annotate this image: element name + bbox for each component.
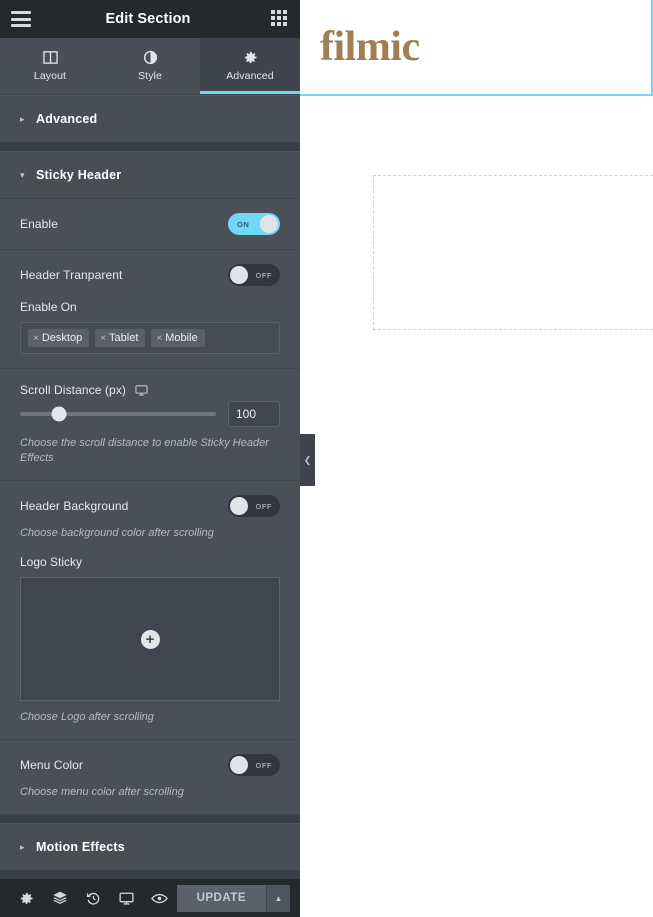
scroll-distance-description: Choose the scroll distance to enable Sti… <box>20 437 269 464</box>
tab-style-label: Style <box>138 70 162 82</box>
update-button-group: UPDATE ▲ <box>176 884 290 912</box>
tag-desktop-label: Desktop <box>41 332 83 344</box>
tag-tablet-label: Tablet <box>109 332 139 344</box>
tag-mobile[interactable]: × Mobile <box>151 329 205 347</box>
panel-body: ▸ Advanced ▾ Sticky Header Enable ON Hea… <box>0 95 300 879</box>
tag-desktop[interactable]: × Desktop <box>28 329 90 347</box>
scroll-distance-input[interactable] <box>228 401 280 427</box>
section-divider <box>0 143 300 151</box>
columns-icon <box>42 51 58 64</box>
toggle-knob <box>230 756 248 774</box>
enable-on-label: Enable On <box>20 300 77 314</box>
editor-panel: Edit Section Layout Style Advanced ▸ Adv… <box>0 0 315 917</box>
update-options-caret-icon[interactable]: ▲ <box>266 884 290 912</box>
control-header-transparent: Header Tranparent OFF Enable On × Deskto… <box>0 250 300 369</box>
selected-header-section[interactable]: filmic <box>300 0 653 96</box>
control-enable-on: Enable On × Desktop × Tablet × Mobile <box>20 300 280 354</box>
header-transparent-label: Header Tranparent <box>20 268 123 282</box>
tab-advanced-label: Advanced <box>226 70 274 82</box>
toggle-knob <box>230 266 248 284</box>
menu-color-toggle[interactable]: OFF <box>228 754 280 776</box>
menu-color-label: Menu Color <box>20 758 84 772</box>
tab-style[interactable]: Style <box>100 38 200 94</box>
scroll-distance-slider[interactable] <box>20 406 216 422</box>
tab-layout-label: Layout <box>33 70 67 82</box>
chevron-right-icon: ▸ <box>20 841 25 852</box>
control-menu-color: Menu Color OFF Choose menu color after s… <box>0 740 300 815</box>
preview-eye-icon[interactable] <box>143 879 176 917</box>
accordion-sticky-header-label: Sticky Header <box>36 168 122 182</box>
chevron-right-icon: ▸ <box>20 113 25 124</box>
header-background-description: Choose background color after scrolling <box>20 527 214 539</box>
scroll-distance-label: Scroll Distance (px) <box>20 383 127 397</box>
header-background-toggle-state: OFF <box>255 501 272 511</box>
menu-color-description: Choose menu color after scrolling <box>20 786 184 798</box>
panel-tabs: Layout Style Advanced <box>0 38 300 95</box>
accordion-advanced[interactable]: ▸ Advanced <box>0 95 300 143</box>
accordion-motion-effects-label: Motion Effects <box>36 840 125 854</box>
desktop-monitor-icon[interactable] <box>135 384 148 397</box>
contrast-half-circle-icon <box>143 50 157 65</box>
plus-circle-icon[interactable]: + <box>140 629 160 649</box>
empty-section-placeholder[interactable] <box>373 175 653 330</box>
remove-tag-icon[interactable]: × <box>33 333 39 344</box>
panel-footer: UPDATE ▲ <box>0 879 300 917</box>
remove-tag-icon[interactable]: × <box>156 333 162 344</box>
remove-tag-icon[interactable]: × <box>100 333 106 344</box>
widgets-grid-icon[interactable] <box>271 10 289 28</box>
panel-header: Edit Section <box>0 0 300 38</box>
history-revisions-icon[interactable] <box>77 879 110 917</box>
enable-label: Enable <box>20 217 58 231</box>
logo-sticky-label: Logo Sticky <box>20 555 83 569</box>
accordion-sticky-header[interactable]: ▾ Sticky Header <box>0 151 300 199</box>
tab-layout[interactable]: Layout <box>0 38 100 94</box>
toggle-knob <box>230 497 248 515</box>
responsive-mode-icon[interactable] <box>110 879 143 917</box>
tag-tablet[interactable]: × Tablet <box>95 329 146 347</box>
enable-toggle[interactable]: ON <box>228 213 280 235</box>
header-background-toggle[interactable]: OFF <box>228 495 280 517</box>
gear-icon <box>244 51 256 64</box>
panel-collapse-handle[interactable]: ❮ <box>300 434 315 486</box>
accordion-motion-effects[interactable]: ▸ Motion Effects <box>0 823 300 871</box>
chevron-down-icon: ▾ <box>20 169 25 180</box>
logo-sticky-upload-area[interactable]: + <box>20 577 280 701</box>
page-title: Edit Section <box>105 11 191 27</box>
logo-sticky-description: Choose Logo after scrolling <box>20 711 154 723</box>
update-button[interactable]: UPDATE <box>176 884 266 912</box>
navigator-layers-icon[interactable] <box>43 879 76 917</box>
control-header-background: Header Background OFF Choose background … <box>0 481 300 740</box>
menu-color-toggle-state: OFF <box>255 760 272 770</box>
settings-gear-icon[interactable] <box>10 879 43 917</box>
accordion-advanced-label: Advanced <box>36 112 98 126</box>
tag-mobile-label: Mobile <box>165 332 198 344</box>
control-enable: Enable ON <box>0 199 300 250</box>
slider-thumb[interactable] <box>51 406 67 422</box>
preview-canvas: filmic <box>300 0 653 917</box>
toggle-knob <box>260 215 278 233</box>
enable-toggle-state: ON <box>237 219 250 229</box>
section-divider <box>0 871 300 879</box>
header-background-label: Header Background <box>20 499 129 513</box>
site-logo[interactable]: filmic <box>320 26 420 68</box>
header-transparent-toggle-state: OFF <box>255 270 272 280</box>
enable-on-tags-input[interactable]: × Desktop × Tablet × Mobile <box>20 322 280 354</box>
header-transparent-toggle[interactable]: OFF <box>228 264 280 286</box>
control-logo-sticky: Logo Sticky + Choose Logo after scrollin… <box>20 555 280 725</box>
control-scroll-distance: Scroll Distance (px) Choose the scroll d… <box>0 369 300 481</box>
section-divider <box>0 815 300 823</box>
elementor-editor: Edit Section Layout Style Advanced ▸ Adv… <box>0 0 653 917</box>
tab-advanced[interactable]: Advanced <box>200 38 300 94</box>
